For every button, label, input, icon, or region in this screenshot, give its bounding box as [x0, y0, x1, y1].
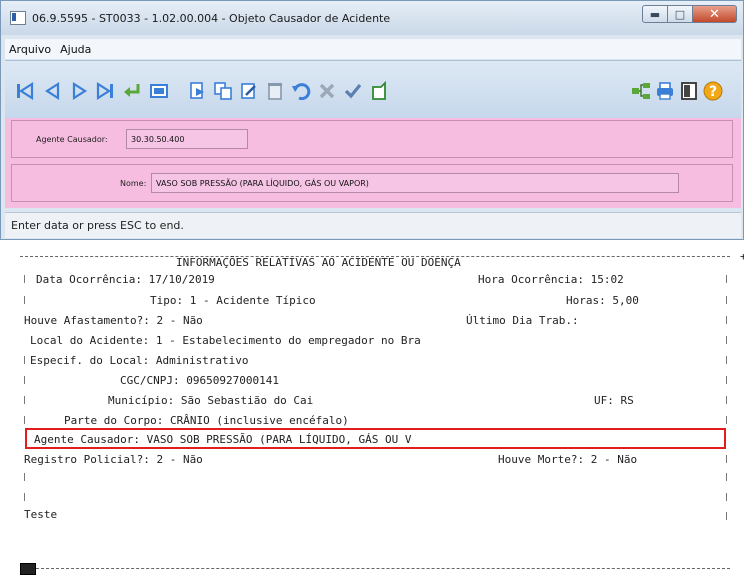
- window-title: 06.9.5595 - ST0033 - 1.02.00.004 - Objet…: [32, 11, 391, 25]
- copy-icon[interactable]: [213, 81, 233, 101]
- left-border-mark: [24, 296, 25, 304]
- registro-policial: Registro Policial?: 2 - Não: [24, 453, 203, 466]
- houve-afastamento: Houve Afastamento?: 2 - Não: [24, 314, 203, 327]
- cgc-cnpj: CGC/CNPJ: 09650927000141: [120, 374, 279, 387]
- left-border-mark: [24, 356, 25, 364]
- first-record-icon[interactable]: [15, 81, 35, 101]
- tipo: Tipo: 1 - Acidente Típico: [150, 294, 316, 307]
- hora-ocorrencia: Hora Ocorrência: 15:02: [478, 273, 624, 286]
- nome-input[interactable]: VASO SOB PRESSÃO (PARA LÍQUIDO, GÁS OU V…: [151, 173, 679, 193]
- data-ocorrencia: Data Ocorrência: 17/10/2019: [36, 273, 215, 286]
- right-border-mark: [726, 275, 727, 283]
- cancel-icon[interactable]: [317, 81, 337, 101]
- confirm-enter-icon[interactable]: [122, 81, 142, 101]
- right-border-mark: [726, 356, 727, 364]
- menu-bar: Arquivo Ajuda: [5, 39, 741, 59]
- status-bar: Enter data or press ESC to end.: [5, 212, 741, 238]
- report-corner-plus: +: [740, 250, 744, 263]
- previous-record-icon[interactable]: [43, 81, 63, 101]
- agente-causador-input[interactable]: 30.30.50.400: [126, 129, 248, 149]
- left-border-mark: [24, 275, 25, 283]
- agente-causador-label: Agente Causador:: [36, 135, 108, 144]
- menu-ajuda[interactable]: Ajuda: [56, 43, 96, 56]
- agente-causador-highlight: [25, 428, 726, 449]
- view-icon[interactable]: [149, 81, 169, 101]
- minimize-icon: ▬: [649, 7, 661, 21]
- report-console: + INFORMAÇÕES RELATIVAS AO ACIDENTE OU D…: [0, 250, 744, 577]
- right-border-mark: [726, 455, 727, 463]
- hierarchy-icon[interactable]: [631, 81, 651, 101]
- svg-text:?: ?: [709, 84, 717, 100]
- edit-icon[interactable]: [239, 81, 259, 101]
- observacao: Teste: [24, 508, 58, 521]
- last-record-icon[interactable]: [95, 81, 115, 101]
- left-border-mark: [24, 376, 25, 384]
- right-border-mark: [726, 396, 727, 404]
- right-border-mark: [726, 493, 727, 501]
- left-border-mark: [24, 473, 25, 481]
- next-record-icon[interactable]: [69, 81, 89, 101]
- agente-row: Agente Causador: 30.30.50.400: [11, 120, 733, 158]
- municipio: Município: São Sebastião do Cai: [108, 394, 314, 407]
- right-border-mark: [726, 316, 727, 324]
- undo-icon[interactable]: [291, 81, 311, 101]
- report-bottom-border: [36, 568, 730, 569]
- window-controls: ▬ □ ✕: [642, 5, 737, 23]
- delete-icon[interactable]: [265, 81, 285, 101]
- horas: Horas: 5,00: [566, 294, 639, 307]
- left-border-mark: [24, 416, 25, 424]
- help-icon[interactable]: ?: [703, 81, 723, 101]
- title-bar[interactable]: 06.9.5595 - ST0033 - 1.02.00.004 - Objet…: [1, 1, 743, 35]
- maximize-icon: □: [674, 7, 686, 21]
- right-border-mark: [726, 296, 727, 304]
- clear-icon[interactable]: [369, 81, 389, 101]
- right-border-mark: [726, 336, 727, 344]
- ultimo-dia-trab: Último Dia Trab.:: [466, 314, 579, 327]
- parte-corpo: Parte do Corpo: CRÂNIO (inclusive encéfa…: [64, 414, 349, 427]
- console-corner-icon: [20, 563, 36, 575]
- right-border-mark: [726, 376, 727, 384]
- especif-local: Especif. do Local: Administrativo: [30, 354, 249, 367]
- right-border-mark: [726, 512, 727, 520]
- nome-label: Nome:: [120, 179, 147, 188]
- right-border-mark: [726, 416, 727, 424]
- nome-row: Nome: VASO SOB PRESSÃO (PARA LÍQUIDO, GÁ…: [11, 164, 733, 202]
- save-icon[interactable]: [343, 81, 363, 101]
- close-icon: ✕: [709, 6, 720, 22]
- report-title: INFORMAÇÕES RELATIVAS AO ACIDENTE OU DOE…: [176, 256, 461, 269]
- print-icon[interactable]: [655, 81, 675, 101]
- right-border-mark: [726, 473, 727, 481]
- close-button[interactable]: ✕: [693, 5, 737, 23]
- new-record-icon[interactable]: [187, 81, 207, 101]
- minimize-button[interactable]: ▬: [642, 5, 668, 23]
- uf: UF: RS: [594, 394, 634, 407]
- local-acidente: Local do Acidente: 1 - Estabelecimento d…: [30, 334, 421, 347]
- app-icon: [10, 11, 26, 25]
- application-window: 06.9.5595 - ST0033 - 1.02.00.004 - Objet…: [0, 0, 744, 240]
- maximize-button[interactable]: □: [668, 5, 693, 23]
- toolbar: ?: [5, 60, 741, 118]
- houve-morte: Houve Morte?: 2 - Não: [498, 453, 638, 466]
- left-border-mark: [24, 493, 25, 501]
- menu-arquivo[interactable]: Arquivo: [5, 43, 56, 56]
- exit-icon[interactable]: [679, 81, 699, 101]
- form-panel: Agente Causador: 30.30.50.400 Nome: VASO…: [5, 118, 741, 208]
- left-border-mark: [24, 396, 25, 404]
